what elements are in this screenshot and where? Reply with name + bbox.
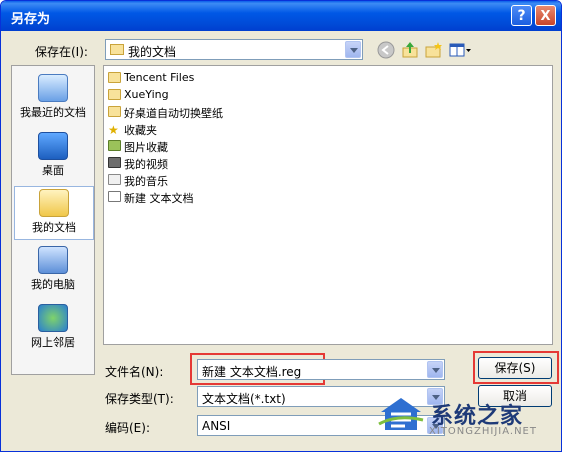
- text-document-icon: [108, 191, 121, 202]
- file-list[interactable]: Tencent Files XueYing 好桌道自动切换壁纸 ★ 收藏夹 图片…: [103, 65, 553, 345]
- encoding-value: ANSI: [202, 419, 231, 433]
- file-name: 我的音乐: [124, 175, 168, 188]
- view-menu-icon[interactable]: [449, 41, 473, 59]
- encoding-label: 编码(E):: [105, 421, 150, 435]
- save-button[interactable]: 保存(S): [478, 357, 552, 379]
- pictures-folder-icon: [108, 140, 121, 151]
- filetype-label: 保存类型(T):: [105, 392, 174, 406]
- file-name: XueYing: [124, 88, 169, 101]
- back-icon[interactable]: [377, 41, 395, 59]
- folder-icon: [108, 106, 121, 117]
- help-icon: ?: [517, 8, 526, 24]
- file-name: 我的视频: [124, 158, 168, 171]
- file-name: Tencent Files: [124, 71, 195, 84]
- place-my-computer[interactable]: 我的电脑: [14, 244, 92, 296]
- place-label: 我的文档: [32, 221, 76, 234]
- location-value: 我的文档: [128, 45, 177, 59]
- chevron-down-icon[interactable]: [345, 41, 361, 58]
- title-bar[interactable]: 另存为 ? X: [1, 1, 561, 31]
- place-label: 我的电脑: [31, 278, 75, 291]
- close-button[interactable]: X: [535, 5, 556, 26]
- file-name: 好桌道自动切换壁纸: [124, 107, 223, 120]
- folder-icon: [110, 44, 124, 55]
- my-computer-icon: [38, 246, 68, 274]
- place-recent-documents[interactable]: 我最近的文档: [14, 72, 92, 124]
- place-label: 网上邻居: [31, 336, 75, 349]
- save-as-dialog: 另存为 ? X 保存在(I): 我的文档 我最近的文档 桌面 我的文档 我的电脑…: [0, 0, 562, 452]
- folder-icon: [108, 72, 121, 83]
- new-folder-icon[interactable]: [425, 41, 443, 59]
- location-dropdown[interactable]: 我的文档: [105, 39, 363, 60]
- place-my-documents[interactable]: 我的文档: [14, 186, 94, 240]
- watermark-subtitle: XITONGZHIJIA.NET: [429, 426, 537, 437]
- up-folder-icon[interactable]: [401, 41, 419, 59]
- watermark: 系统之家 XITONGZHIJIA.NET: [371, 386, 561, 451]
- folder-icon: [108, 89, 121, 100]
- place-desktop[interactable]: 桌面: [14, 130, 92, 182]
- chevron-down-icon[interactable]: [427, 361, 443, 378]
- desktop-icon: [38, 132, 68, 160]
- music-folder-icon: [108, 174, 121, 185]
- file-name: 新建 文本文档: [124, 192, 194, 205]
- filename-value: 新建 文本文档.reg: [202, 365, 302, 379]
- xitongzhijia-logo-icon: [378, 398, 424, 430]
- file-name: 图片收藏: [124, 141, 168, 154]
- place-network-places[interactable]: 网上邻居: [14, 302, 92, 354]
- window-title: 另存为: [11, 12, 51, 27]
- videos-folder-icon: [108, 157, 121, 168]
- network-places-icon: [38, 304, 68, 332]
- help-button[interactable]: ?: [511, 5, 532, 26]
- save-in-label: 保存在(I):: [35, 45, 88, 59]
- filename-label: 文件名(N):: [105, 365, 164, 379]
- file-name: 收藏夹: [124, 124, 157, 137]
- place-label: 我最近的文档: [20, 106, 86, 119]
- filename-field[interactable]: 新建 文本文档.reg: [197, 359, 445, 380]
- close-icon: X: [540, 9, 551, 24]
- filetype-value: 文本文档(*.txt): [202, 392, 286, 406]
- favorites-star-icon: ★: [108, 123, 119, 137]
- my-documents-icon: [39, 189, 69, 217]
- place-label: 桌面: [42, 164, 64, 177]
- recent-documents-icon: [38, 74, 68, 102]
- places-bar: 我最近的文档 桌面 我的文档 我的电脑 网上邻居: [11, 65, 95, 375]
